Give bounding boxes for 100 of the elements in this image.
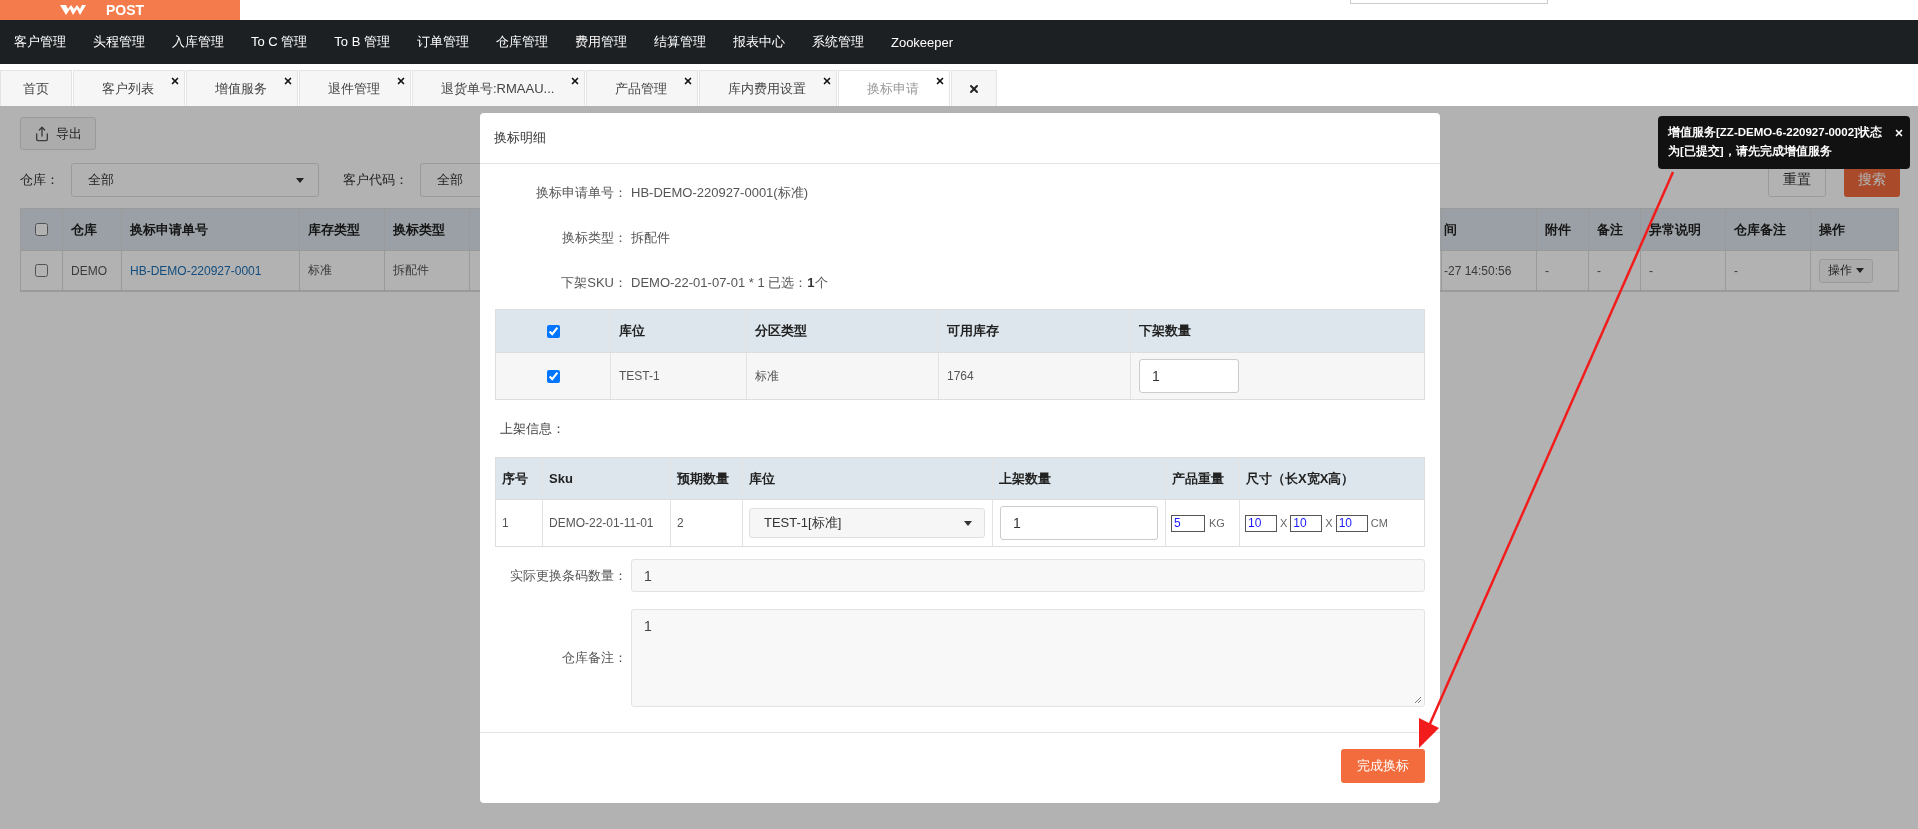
- location-select[interactable]: TEST-1[标准]: [749, 508, 985, 538]
- search-field[interactable]: [1350, 0, 1548, 4]
- checkbox[interactable]: [35, 264, 48, 277]
- column-header: 仓库备注: [1734, 220, 1786, 239]
- close-icon: [968, 82, 981, 95]
- close-icon[interactable]: [822, 76, 833, 86]
- nav-menu-item[interactable]: 结算管理: [653, 33, 706, 51]
- nav-menu-item[interactable]: 系统管理: [811, 33, 864, 51]
- close-all-tabs-button[interactable]: [951, 70, 998, 106]
- column-header: Sku: [549, 471, 573, 486]
- nav-menu-item[interactable]: Zookeeper: [890, 34, 954, 50]
- close-icon[interactable]: [396, 76, 406, 86]
- column-header: 上架数量: [999, 469, 1051, 488]
- separator-label: X: [1325, 517, 1333, 529]
- column-header: 库位: [749, 469, 775, 488]
- filter-label: 仓库：: [20, 171, 59, 189]
- field-label: 实际更换条码数量：: [509, 566, 627, 585]
- separator-label: X: [1280, 517, 1288, 529]
- table-cell: -: [1597, 263, 1601, 278]
- nav-menu-item[interactable]: To C 管理: [251, 33, 308, 51]
- field-value: DEMO-22-01-07-01 * 1 已选：1个: [631, 273, 829, 292]
- table-cell: 2: [677, 516, 684, 530]
- column-header: 序号: [502, 469, 528, 488]
- field-value: 拆配件: [631, 228, 671, 247]
- nav-menu-item[interactable]: 头程管理: [93, 33, 145, 51]
- column-header: 预期数量: [677, 469, 729, 488]
- page-tab[interactable]: 增值服务: [186, 70, 298, 106]
- table-cell: -27 14:50:56: [1444, 263, 1512, 278]
- export-button[interactable]: 导出: [20, 117, 96, 150]
- close-icon[interactable]: [170, 76, 180, 86]
- table-cell: DEMO: [71, 263, 107, 278]
- page-tab[interactable]: 库内费用设置: [699, 70, 838, 106]
- page-tab[interactable]: 客户列表: [73, 70, 185, 106]
- field-label: 换标申请单号：: [535, 184, 627, 202]
- checkbox[interactable]: [35, 223, 48, 236]
- column-header: 操作: [1819, 220, 1845, 239]
- width-input[interactable]: 10: [1290, 514, 1323, 532]
- logo-icon: [60, 5, 86, 15]
- nav-menu-item[interactable]: 仓库管理: [495, 33, 548, 51]
- page-tab[interactable]: 退货单号:RMAAU...: [412, 70, 586, 106]
- column-header: 换标类型: [393, 220, 445, 239]
- column-header: 可用库存: [947, 322, 999, 340]
- column-header: 仓库: [71, 220, 97, 239]
- checkbox[interactable]: [546, 324, 560, 338]
- table-cell: 标准: [755, 367, 779, 385]
- close-icon[interactable]: [283, 76, 293, 86]
- logo-text: POST: [106, 2, 145, 18]
- column-header: 间: [1444, 220, 1457, 239]
- filter-label: 客户代码：: [343, 171, 408, 189]
- column-header: 尺寸（长X宽X高）: [1246, 469, 1355, 488]
- nav-menu-item[interactable]: 费用管理: [574, 33, 627, 51]
- quantity-input[interactable]: 1: [1139, 359, 1239, 393]
- table-cell: 1764: [947, 369, 974, 383]
- filter-select[interactable]: 全部: [71, 163, 319, 197]
- toast-text: 增值服务[ZZ-DEMO-6-220927-0002]状态为[已提交]，请先完成增值服务: [1668, 126, 1882, 157]
- field-label: 换标类型：: [561, 228, 627, 247]
- close-icon[interactable]: [935, 76, 946, 86]
- checkbox[interactable]: [546, 369, 560, 383]
- close-icon[interactable]: [570, 76, 581, 86]
- column-header: 下架数量: [1139, 322, 1191, 340]
- table-cell: 1: [502, 516, 509, 530]
- nav-menu-item[interactable]: 入库管理: [172, 33, 224, 51]
- nav-menu-item[interactable]: To B 管理: [334, 33, 390, 51]
- page-tab[interactable]: 产品管理: [586, 70, 699, 106]
- length-input[interactable]: 10: [1245, 514, 1277, 532]
- table-cell: 拆配件: [393, 262, 429, 279]
- table-cell: -: [1734, 263, 1738, 278]
- close-icon[interactable]: [683, 76, 694, 86]
- section-label: 上架信息：: [500, 419, 565, 438]
- table-cell: DEMO-22-01-11-01: [549, 516, 654, 530]
- unit-label: CM: [1370, 517, 1388, 529]
- table-cell: 标准: [308, 262, 332, 279]
- nav-menu-item[interactable]: 客户管理: [14, 33, 66, 51]
- column-header: 库位: [619, 322, 645, 340]
- caret-icon: [296, 177, 304, 183]
- caret-icon: [1856, 268, 1864, 273]
- column-header: 产品重量: [1172, 469, 1224, 488]
- nav-menu-item[interactable]: 报表中心: [732, 33, 785, 51]
- page-tab[interactable]: 退件管理: [299, 70, 411, 106]
- field-label: 仓库备注：: [561, 649, 627, 667]
- export-icon: [34, 125, 50, 142]
- weight-input[interactable]: 5: [1171, 514, 1205, 532]
- column-header: 附件: [1545, 220, 1571, 239]
- table-cell: -: [1649, 263, 1653, 278]
- nav-menu-item[interactable]: 订单管理: [416, 33, 469, 51]
- column-header: 换标申请单号: [130, 220, 208, 239]
- table-cell: TEST-1: [619, 369, 660, 383]
- resize-grip-icon[interactable]: [1414, 696, 1422, 704]
- unit-label: KG: [1209, 517, 1225, 529]
- order-number-link[interactable]: HB-DEMO-220927-0001: [130, 263, 262, 278]
- field-label: 下架SKU：: [560, 273, 627, 292]
- count-input[interactable]: 1: [631, 559, 1425, 592]
- action-menu-button[interactable]: 操作: [1819, 258, 1873, 283]
- caret-icon: [964, 520, 972, 526]
- height-input[interactable]: 10: [1335, 514, 1368, 532]
- field-value: HB-DEMO-220927-0001(标准): [631, 184, 809, 202]
- page-tab[interactable]: 首页: [0, 70, 72, 106]
- column-header: 异常说明: [1649, 220, 1701, 239]
- remark-textarea[interactable]: 1: [631, 609, 1425, 707]
- quantity-input[interactable]: 1: [1000, 506, 1158, 540]
